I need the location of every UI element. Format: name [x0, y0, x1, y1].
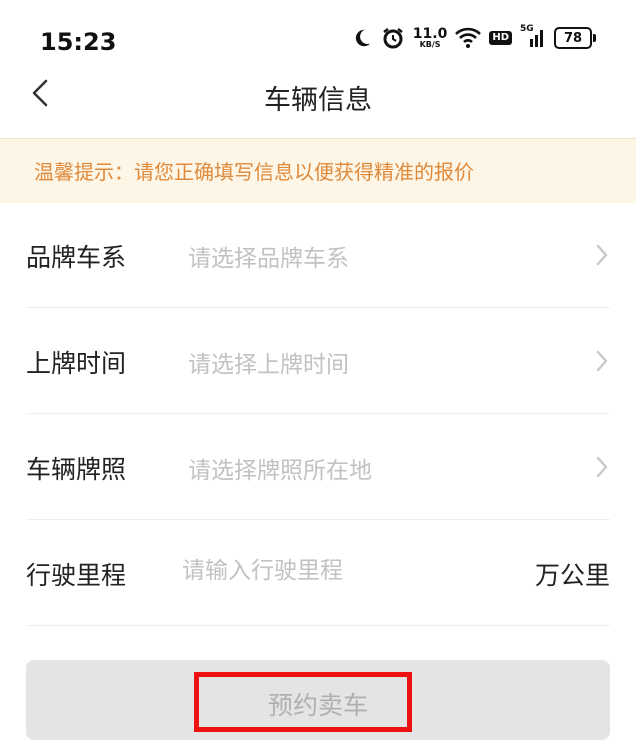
chevron-right-icon — [596, 244, 608, 266]
brand-series-placeholder: 请选择品牌车系 — [188, 246, 349, 272]
book-sell-car-button[interactable]: 预约卖车 — [26, 660, 610, 740]
nav-bar: 车辆信息 — [0, 66, 636, 138]
chevron-right-icon — [596, 350, 608, 372]
signal-icon: 5G — [520, 24, 546, 49]
submit-label: 预约卖车 — [267, 691, 368, 720]
tip-text: 温馨提示：请您正确填写信息以便获得精准的报价 — [34, 160, 474, 184]
brand-series-label: 品牌车系 — [26, 243, 127, 272]
network-type-label: 5G — [520, 24, 534, 34]
license-plate-row[interactable]: 车辆牌照 请选择牌照所在地 — [26, 414, 610, 520]
page-title: 车辆信息 — [264, 85, 372, 116]
license-plate-label: 车辆牌照 — [26, 455, 127, 484]
moon-icon — [351, 27, 373, 49]
net-speed-unit: KB/S — [419, 40, 441, 49]
tip-banner: 温馨提示：请您正确填写信息以便获得精准的报价 — [0, 138, 636, 203]
alarm-icon — [381, 26, 405, 50]
battery-icon: 78 — [554, 27, 596, 49]
net-speed-indicator: 11.0 KB/S — [413, 27, 448, 49]
vehicle-info-form: 品牌车系 请选择品牌车系 上牌时间 请选择上牌时间 车辆牌照 请选择牌照所在地 … — [26, 202, 610, 626]
mileage-unit: 万公里 — [534, 561, 610, 590]
chevron-right-icon — [596, 456, 608, 478]
mileage-row: 行驶里程 万公里 — [26, 520, 610, 626]
net-speed-value: 11.0 — [412, 26, 448, 42]
license-plate-placeholder: 请选择牌照所在地 — [188, 458, 372, 484]
registration-date-label: 上牌时间 — [26, 349, 127, 378]
brand-series-row[interactable]: 品牌车系 请选择品牌车系 — [26, 202, 610, 308]
status-time: 15:23 — [40, 28, 117, 56]
hd-icon: HD — [489, 31, 512, 45]
registration-date-placeholder: 请选择上牌时间 — [188, 352, 349, 378]
mileage-label: 行驶里程 — [26, 561, 127, 590]
status-icons: 11.0 KB/S HD 5G 78 — [351, 24, 596, 50]
registration-date-row[interactable]: 上牌时间 请选择上牌时间 — [26, 308, 610, 414]
wifi-icon — [455, 27, 482, 49]
mileage-input[interactable] — [182, 554, 502, 588]
battery-level: 78 — [554, 27, 592, 49]
